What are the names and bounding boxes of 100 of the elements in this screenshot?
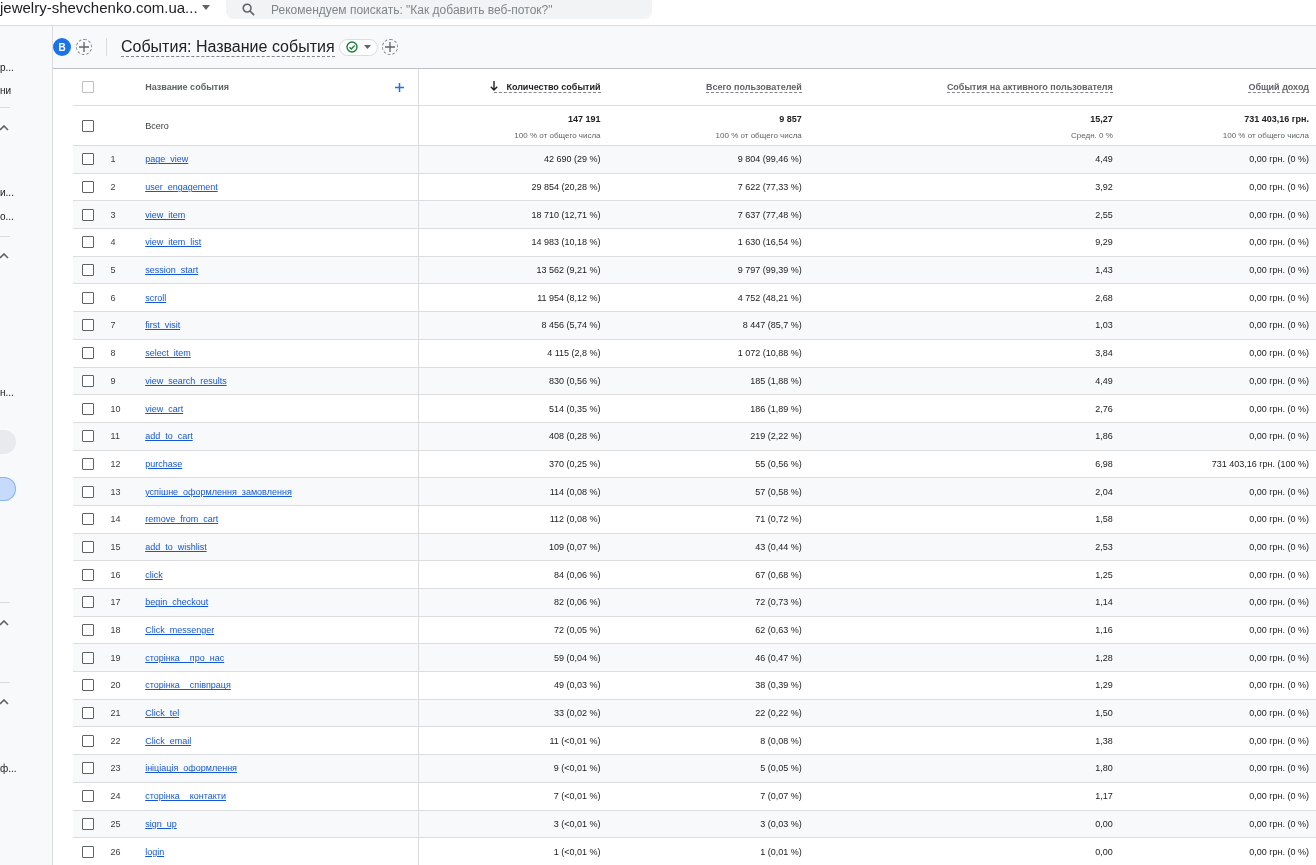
event-name-link[interactable]: add_to_cart [145,431,193,442]
table-cell: 4 752 (48,21 %) [737,292,802,303]
event-name-link[interactable]: Click_messenger [145,625,215,636]
event-name-link[interactable]: сторінка__співпраця [145,680,231,691]
table-cell: 43 (0,44 %) [755,541,802,552]
checkbox[interactable] [82,568,94,581]
event-name-link[interactable]: session_start [145,265,199,276]
checkbox[interactable] [82,651,94,664]
checkbox[interactable] [82,513,94,526]
event-name-link[interactable]: scroll [145,292,167,303]
event-name-link[interactable]: Click_email [145,735,192,746]
sidebar-item[interactable]: и... [0,187,14,198]
checkbox[interactable] [82,817,94,830]
checkbox[interactable] [82,291,94,304]
event-name-link[interactable]: успішне_оформлення_замовлення [145,486,292,497]
event-name-link[interactable]: сторінка__контакти [145,791,227,802]
event-name-link[interactable]: add_to_wishlist [145,541,207,552]
table-cell: 8 (0,08 %) [760,735,802,746]
event-name-link[interactable]: view_search_results [145,375,227,386]
checkbox[interactable] [82,402,94,415]
event-name-link[interactable]: remove_from_cart [145,514,219,525]
checkbox[interactable] [82,374,94,387]
table-cell: 29 854 (20,28 %) [531,182,601,193]
table-cell: 370 (0,25 %) [549,458,601,469]
row-number: 8 [110,348,116,359]
sidebar-item[interactable]: н... [0,387,14,398]
table-cell: 8 447 (85,7 %) [742,320,802,331]
event-name-link[interactable]: purchase [145,458,183,469]
event-name-link[interactable]: click [145,569,163,580]
sidebar-item[interactable]: ф... [0,763,17,774]
totals-label: Всего [145,120,169,131]
checkbox[interactable] [82,319,94,332]
event-name-link[interactable]: view_cart [145,403,184,414]
event-name-link[interactable]: view_item [145,209,186,220]
checkbox[interactable] [82,119,94,132]
event-name-link[interactable]: page_view [145,154,189,165]
segment-badge[interactable]: B [53,38,71,56]
table-cell: 0,00 грн. (0 %) [1249,209,1309,220]
sidebar-item[interactable]: о... [0,211,14,222]
checkbox[interactable] [82,457,94,470]
checkbox[interactable] [82,153,94,166]
checkbox[interactable] [82,181,94,194]
sidebar-item[interactable]: ни [0,85,12,96]
checkbox[interactable] [82,679,94,692]
checkbox[interactable] [82,236,94,249]
table-cell: 514 (0,35 %) [549,403,601,414]
checkbox[interactable] [82,540,94,553]
property-selector[interactable]: jewelry-shevchenko.com.ua... [0,0,226,16]
checkbox[interactable] [82,81,94,93]
table-cell: 2,76 [1095,403,1113,414]
checkbox[interactable] [82,707,94,720]
row-number: 3 [110,209,116,220]
sidebar-item[interactable]: р... [0,62,14,73]
column-header[interactable]: Общий доход [1248,81,1309,93]
event-name-link[interactable]: login [145,846,165,857]
table-cell: 1,17 [1095,791,1113,802]
status-chip[interactable] [338,38,378,56]
column-header[interactable]: Всего пользователей [706,81,802,93]
table-cell: 72 (0,05 %) [554,625,601,636]
event-name-link[interactable]: user_engagement [145,182,218,193]
checkbox[interactable] [82,624,94,637]
event-name-link[interactable]: begin_checkout [145,597,209,608]
event-name-link[interactable]: select_item [145,348,191,359]
checkbox[interactable] [82,596,94,609]
table-cell: 14 983 (10,18 %) [531,237,601,248]
total-note: Средн. 0 % [1070,130,1113,140]
checkbox[interactable] [82,762,94,775]
table-cell: 2,04 [1095,486,1113,497]
add-comparison-button[interactable] [76,39,92,55]
table-cell: 4,49 [1095,154,1113,165]
table-cell: 1 (<0,01 %) [553,846,601,857]
checkbox[interactable] [82,347,94,360]
event-name-link[interactable]: sign_up [145,818,177,829]
checkbox[interactable] [82,845,94,858]
table-cell: 219 (2,22 %) [750,431,802,442]
column-header[interactable]: Название события [145,82,230,92]
checkbox[interactable] [82,264,94,277]
checkbox[interactable] [82,430,94,443]
row-number: 11 [110,431,120,442]
event-name-link[interactable]: Click_tel [145,708,180,719]
checkbox[interactable] [82,790,94,803]
column-header[interactable]: События на активного пользователя [946,81,1113,93]
add-column-button[interactable] [395,82,405,92]
table-cell: 1,50 [1095,708,1113,719]
table-cell: 9 (<0,01 %) [553,763,601,774]
table-cell: 0,00 грн. (0 %) [1249,735,1309,746]
table-cell: 109 (0,07 %) [549,541,601,552]
checkbox[interactable] [82,208,94,221]
search-field[interactable]: Рекомендуем поискать: "Как добавить веб-поток?" [226,0,652,19]
event-name-link[interactable]: view_item_list [145,237,202,248]
table-cell: 67 (0,68 %) [755,569,802,580]
checkbox[interactable] [82,485,94,498]
table-cell: 4 115 (2,8 %) [547,348,601,359]
table-cell: 72 (0,73 %) [755,597,802,608]
checkbox[interactable] [82,734,94,747]
event-name-link[interactable]: сторінка__про_нас [145,652,225,663]
event-name-link[interactable]: ініціація_оформлення [145,763,237,774]
table-cell: 185 (1,88 %) [750,375,802,386]
event-name-link[interactable]: first_visit [145,320,181,331]
table-cell: 38 (0,39 %) [755,680,802,691]
